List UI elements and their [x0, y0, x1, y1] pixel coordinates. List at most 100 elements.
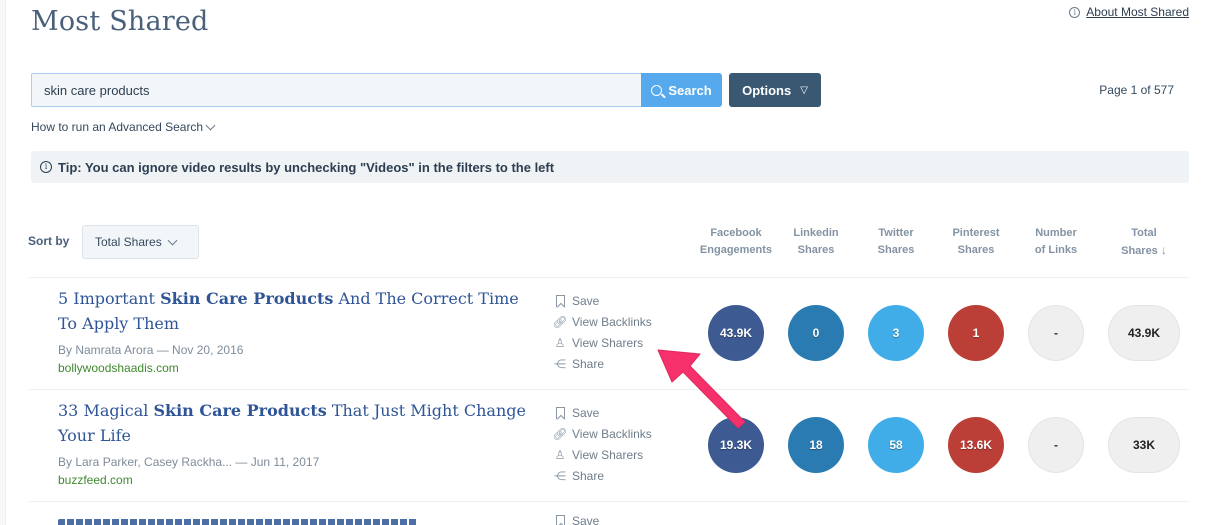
result-actions: Save — [553, 510, 599, 525]
column-header-line: of Links — [1034, 244, 1078, 256]
column-header-facebook[interactable]: Facebook Engagements — [696, 225, 776, 259]
search-button[interactable]: Search — [641, 73, 722, 107]
pinterest-shares-bubble[interactable]: 1 — [948, 305, 1004, 361]
twitter-shares-bubble[interactable]: 58 — [868, 417, 924, 473]
annotation-arrow-icon — [657, 349, 746, 429]
view-sharers-action[interactable]: ♙ View Sharers — [553, 332, 652, 353]
bookmark-icon — [555, 406, 565, 419]
row-divider — [29, 277, 1189, 278]
number-of-links-bubble[interactable]: - — [1028, 417, 1084, 473]
page-title: Most Shared — [31, 6, 209, 37]
pinterest-shares-bubble[interactable]: 13.6K — [948, 417, 1004, 473]
sort-by-value: Total Shares — [95, 235, 162, 249]
backlinks-label: View Backlinks — [572, 426, 652, 441]
share-label: Share — [572, 468, 605, 483]
twitter-shares-bubble[interactable]: 3 — [868, 305, 924, 361]
column-header-line: Number — [1035, 227, 1077, 239]
info-icon: i — [40, 161, 52, 173]
save-action[interactable]: Save — [553, 402, 652, 423]
sort-by-select[interactable]: Total Shares — [82, 225, 199, 259]
tip-banner: i Tip: You can ignore video results by u… — [31, 151, 1189, 183]
search-input[interactable] — [31, 73, 642, 107]
chevron-down-icon — [205, 120, 216, 130]
column-header-line: Facebook — [710, 227, 762, 239]
view-sharers-action[interactable]: ♙ View Sharers — [553, 444, 652, 465]
column-header-pinterest[interactable]: Pinterest Shares — [936, 225, 1016, 259]
caret-down-icon: ▽ — [800, 84, 808, 96]
result-domain[interactable]: bollywoodshaadis.com — [58, 361, 179, 375]
sharers-label: View Sharers — [572, 335, 644, 350]
column-header-line: Shares — [877, 244, 915, 256]
search-icon — [651, 84, 663, 96]
result-title-link[interactable]: 5 Important Skin Care Products And The C… — [58, 286, 528, 336]
result-date: Nov 20, 2016 — [172, 343, 244, 357]
total-shares-bubble[interactable]: 43.9K — [1108, 305, 1180, 361]
title-keyword: Skin Care Products — [153, 401, 327, 420]
share-icon: ⋲ — [554, 356, 566, 371]
tip-text: Tip: You can ignore video results by unc… — [58, 159, 555, 175]
column-header-line: Shares — [1121, 245, 1158, 257]
result-date: Jun 11, 2017 — [250, 455, 320, 469]
user-icon: ♙ — [554, 335, 566, 350]
result-title-link[interactable]: 33 Magical Skin Care Products That Just … — [58, 398, 528, 448]
column-header-total[interactable]: Total Shares ↓ — [1104, 225, 1184, 260]
save-action[interactable]: Save — [553, 290, 652, 311]
result-author: By Namrata Arora — [58, 343, 154, 357]
share-action[interactable]: ⋲ Share — [553, 465, 652, 486]
column-header-line: Pinterest — [952, 227, 1000, 239]
share-label: Share — [572, 356, 605, 371]
info-icon: i — [1069, 6, 1081, 18]
title-keyword: Skin Care Products — [160, 289, 334, 308]
title-text: 33 Magical — [58, 401, 154, 420]
save-label: Save — [572, 293, 600, 308]
column-header-line: Linkedin — [793, 227, 839, 239]
column-header-line: Shares — [797, 244, 835, 256]
sharers-label: View Sharers — [572, 447, 644, 462]
bookmark-icon — [555, 514, 565, 525]
search-button-label: Search — [668, 82, 712, 98]
user-icon: ♙ — [554, 447, 566, 462]
number-of-links-bubble[interactable]: - — [1028, 305, 1084, 361]
row-divider — [29, 389, 1189, 390]
column-header-line: Total — [1131, 227, 1157, 239]
column-header-line: Shares — [957, 244, 995, 256]
result-actions: Save 🔗︎ View Backlinks ♙ View Sharers ⋲ Sha… — [552, 290, 652, 374]
column-header-links[interactable]: Number of Links — [1016, 225, 1096, 259]
result-byline: By Lara Parker, Casey Rackha... — Jun 11… — [58, 455, 320, 469]
sort-by-label: Sort by — [28, 234, 70, 248]
bookmark-icon — [555, 294, 565, 307]
linkedin-shares-bubble[interactable]: 18 — [788, 417, 844, 473]
column-header-linkedin[interactable]: Linkedin Shares — [776, 225, 856, 259]
result-author: By Lara Parker, Casey Rackha... — [58, 455, 233, 469]
share-icon: ⋲ — [554, 468, 566, 483]
result-domain[interactable]: buzzfeed.com — [58, 473, 133, 487]
row-divider — [29, 501, 1189, 502]
options-button-label: Options — [742, 82, 792, 98]
chevron-down-icon — [167, 235, 178, 245]
result-actions: Save 🔗︎ View Backlinks ♙ View Sharers ⋲ Sha… — [552, 402, 652, 486]
left-panel-edge — [0, 0, 6, 525]
advanced-search-label: How to run an Advanced Search — [31, 120, 204, 134]
options-button[interactable]: Options ▽ — [729, 73, 821, 107]
linkedin-shares-bubble[interactable]: 0 — [788, 305, 844, 361]
advanced-search-toggle[interactable]: How to run an Advanced Search — [31, 120, 216, 134]
title-text: 5 Important — [58, 289, 161, 308]
share-action[interactable]: ⋲ Share — [553, 353, 652, 374]
about-most-shared[interactable]: i About Most Shared — [1069, 5, 1189, 19]
save-label: Save — [572, 513, 600, 525]
column-header-line: Twitter — [878, 227, 914, 239]
link-icon: 🔗︎ — [552, 314, 568, 329]
result-byline: By Namrata Arora — Nov 20, 2016 — [58, 343, 244, 357]
link-icon: 🔗︎ — [552, 426, 568, 441]
column-header-twitter[interactable]: Twitter Shares — [856, 225, 936, 259]
column-header-line: Engagements — [699, 244, 773, 256]
page-count: Page 1 of 577 — [1099, 83, 1174, 97]
sort-down-arrow-icon: ↓ — [1160, 243, 1167, 257]
about-most-shared-link[interactable]: About Most Shared — [1086, 5, 1189, 19]
view-backlinks-action[interactable]: 🔗︎ View Backlinks — [552, 423, 652, 444]
result-title-partial[interactable] — [58, 519, 418, 525]
save-action[interactable]: Save — [553, 510, 599, 525]
total-shares-bubble[interactable]: 33K — [1108, 417, 1180, 473]
save-label: Save — [572, 405, 600, 420]
view-backlinks-action[interactable]: 🔗︎ View Backlinks — [552, 311, 651, 332]
